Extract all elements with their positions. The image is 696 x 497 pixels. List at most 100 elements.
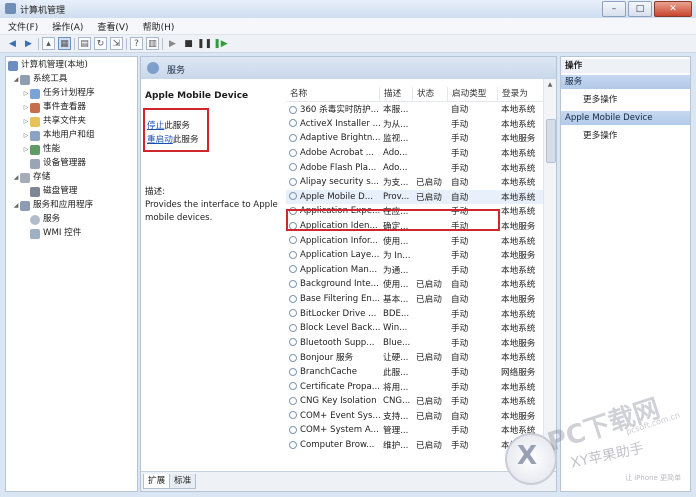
forward-arrow-icon[interactable]: ▶ xyxy=(22,37,35,50)
collapse-arrow-icon[interactable]: ◢ xyxy=(12,199,20,212)
gear-icon xyxy=(289,294,297,303)
stop-service-link[interactable]: 停止此服务 xyxy=(147,119,190,131)
table-row[interactable]: Adobe Acrobat ... Ado... 手动 本地系统 xyxy=(286,146,544,161)
menu-file[interactable]: 文件(F) xyxy=(0,18,44,34)
collapse-arrow-icon[interactable]: ◢ xyxy=(12,73,20,86)
gear-icon xyxy=(289,236,297,245)
more-actions-selected-service[interactable]: 更多操作 xyxy=(583,129,617,141)
export-list-icon[interactable]: ⇲ xyxy=(110,37,123,50)
refresh-icon[interactable]: ↻ xyxy=(94,37,107,50)
back-arrow-icon[interactable]: ◀ xyxy=(6,37,19,50)
table-row[interactable]: Base Filtering En... 基本... 已启动 自动 本地服务 xyxy=(286,292,544,307)
table-row[interactable]: Block Level Back... Win... 手动 本地系统 xyxy=(286,321,544,336)
tree-root[interactable]: 计算机管理(本地) xyxy=(8,59,88,72)
table-row[interactable]: 360 杀毒实时防护... 本服... 自动 本地系统 xyxy=(286,102,544,117)
expand-arrow-icon[interactable]: ▷ xyxy=(22,143,30,156)
tree-item-performance[interactable]: ▷ 性能 xyxy=(22,143,60,156)
tree-item-event-viewer[interactable]: ▷ 事件查看器 xyxy=(22,101,86,114)
actions-section-services[interactable]: 服务 xyxy=(561,75,690,89)
pause-service-icon[interactable]: ❚❚ xyxy=(197,37,212,50)
cell-name: Block Level Back... xyxy=(286,323,380,333)
cell-startup-type: 自动 xyxy=(451,178,469,189)
column-name[interactable]: 名称 xyxy=(286,87,380,101)
tree-item-device-manager[interactable]: 设备管理器 xyxy=(30,157,86,170)
vertical-scrollbar[interactable]: ▲ ▼ xyxy=(543,79,556,471)
cell-startup-type: 手动 xyxy=(451,338,469,349)
table-row[interactable]: Alipay security s... 为支... 已启动 自动 本地系统 xyxy=(286,175,544,190)
tab-extended[interactable]: 扩展 xyxy=(143,474,171,489)
expand-arrow-icon[interactable]: ▷ xyxy=(22,129,30,142)
cell-startup-type: 自动 xyxy=(451,295,469,306)
tree-item-storage[interactable]: ◢ 存储 xyxy=(12,171,50,184)
cell-description: CNG... xyxy=(383,396,411,407)
properties-icon[interactable]: ▤ xyxy=(78,37,91,50)
menu-help[interactable]: 帮助(H) xyxy=(135,18,181,34)
up-folder-icon[interactable]: ▴ xyxy=(42,37,55,50)
tree-item-shared-folders[interactable]: ▷ 共享文件夹 xyxy=(22,115,86,128)
cell-name: COM+ System A... xyxy=(286,425,380,435)
table-row[interactable]: Application Infor... 使用... 手动 本地系统 xyxy=(286,233,544,248)
menu-view[interactable]: 查看(V) xyxy=(89,18,134,34)
cell-name: 360 杀毒实时防护... xyxy=(286,103,380,115)
table-row[interactable]: BranchCache 此服... 手动 网络服务 xyxy=(286,365,544,380)
column-log-on-as[interactable]: 登录为 xyxy=(498,87,544,101)
show-hide-tree-icon[interactable]: ▦ xyxy=(58,37,71,50)
table-row[interactable]: Certificate Propa... 将用... 手动 本地系统 xyxy=(286,379,544,394)
table-row[interactable]: CNG Key Isolation CNG... 已启动 手动 本地系统 xyxy=(286,394,544,409)
column-description[interactable]: 描述 xyxy=(380,87,413,101)
tree-item-services[interactable]: 服务 xyxy=(30,213,60,226)
table-row[interactable]: COM+ System A... 管理... 手动 本地系统 xyxy=(286,423,544,438)
minimize-button[interactable]: – xyxy=(602,1,626,17)
menu-action[interactable]: 操作(A) xyxy=(44,18,89,34)
cell-description: 维护... xyxy=(383,441,409,452)
table-row[interactable]: Bonjour 服务 让硬... 已启动 自动 本地系统 xyxy=(286,350,544,365)
stop-service-icon[interactable]: ■ xyxy=(182,37,195,50)
maximize-button[interactable]: □ xyxy=(628,1,652,17)
menu-bar: 文件(F) 操作(A) 查看(V) 帮助(H) xyxy=(0,18,696,35)
cell-description: Ado... xyxy=(383,162,408,173)
table-row[interactable]: Bluetooth Supp... Blue... 手动 本地服务 xyxy=(286,336,544,351)
gear-icon xyxy=(289,382,297,391)
restart-service-link[interactable]: 重启动此服务 xyxy=(147,133,199,145)
show-action-pane-icon[interactable]: ▥ xyxy=(146,37,159,50)
tree-item-local-users[interactable]: ▷ 本地用户和组 xyxy=(22,129,95,142)
cell-startup-type: 手动 xyxy=(451,134,469,145)
tab-standard[interactable]: 标准 xyxy=(169,474,197,489)
service-detail-panel: Apple Mobile Device 停止此服务 重启动此服务 描述: Pro… xyxy=(141,79,286,471)
table-row[interactable]: Computer Brow... 维护... 已启动 手动 本地系统 xyxy=(286,438,544,453)
scroll-up-icon[interactable]: ▲ xyxy=(546,81,554,89)
title-bar[interactable]: 计算机管理 – □ ✕ xyxy=(0,0,696,18)
computer-management-window: 计算机管理 – □ ✕ 文件(F) 操作(A) 查看(V) 帮助(H) ◀ ▶ … xyxy=(0,0,696,497)
table-row[interactable]: Application Laye... 为 In... 手动 本地服务 xyxy=(286,248,544,263)
scroll-down-icon[interactable]: ▼ xyxy=(546,461,554,469)
gear-icon xyxy=(289,119,297,128)
column-startup-type[interactable]: 启动类型 xyxy=(448,87,498,101)
cell-log-on-as: 本地系统 xyxy=(501,397,536,408)
actions-section-selected-service[interactable]: Apple Mobile Device xyxy=(561,111,690,125)
collapse-arrow-icon[interactable]: ◢ xyxy=(12,171,20,184)
close-button[interactable]: ✕ xyxy=(654,1,692,17)
tree-item-wmi-control[interactable]: WMI 控件 xyxy=(30,227,81,240)
expand-arrow-icon[interactable]: ▷ xyxy=(22,115,30,128)
table-row[interactable]: ActiveX Installer ... 为从... 手动 本地系统 xyxy=(286,117,544,132)
tree-item-task-scheduler[interactable]: ▷ 任务计划程序 xyxy=(22,87,95,100)
help-icon[interactable]: ? xyxy=(130,37,143,50)
more-actions-services[interactable]: 更多操作 xyxy=(583,93,617,105)
table-row[interactable]: Adaptive Brightn... 监视... 手动 本地服务 xyxy=(286,131,544,146)
table-row[interactable]: Background Inte... 使用... 已启动 自动 本地系统 xyxy=(286,277,544,292)
column-status[interactable]: 状态 xyxy=(413,87,448,101)
tree-item-disk-management[interactable]: 磁盘管理 xyxy=(30,185,77,198)
table-row[interactable]: Adobe Flash Pla... Ado... 手动 本地系统 xyxy=(286,160,544,175)
table-row[interactable]: Apple Mobile D... Prov... 已启动 自动 本地系统 xyxy=(286,189,544,205)
table-row[interactable]: COM+ Event Sys... 支持... 已启动 自动 本地服务 xyxy=(286,409,544,424)
table-row[interactable]: Application Man... 为通... 手动 本地系统 xyxy=(286,263,544,278)
tree-item-services-and-apps[interactable]: ◢ 服务和应用程序 xyxy=(12,199,93,212)
tree-item-system-tools[interactable]: ◢ 系统工具 xyxy=(12,73,67,86)
start-service-icon[interactable]: ▶ xyxy=(166,37,179,50)
cell-name: Background Inte... xyxy=(286,279,380,289)
scroll-thumb[interactable] xyxy=(546,119,556,163)
expand-arrow-icon[interactable]: ▷ xyxy=(22,101,30,114)
restart-service-icon[interactable]: ❚▶ xyxy=(213,37,227,50)
table-row[interactable]: BitLocker Drive ... BDE... 手动 本地系统 xyxy=(286,306,544,321)
expand-arrow-icon[interactable]: ▷ xyxy=(22,87,30,100)
